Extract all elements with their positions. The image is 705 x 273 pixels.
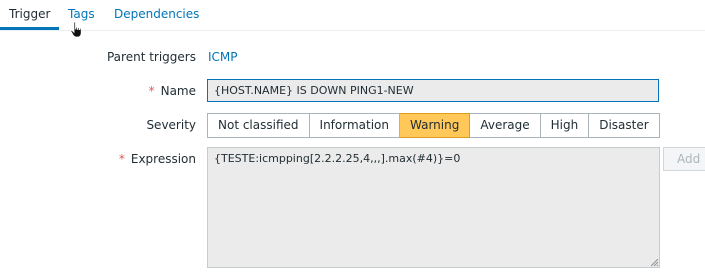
expression-add-button: Add: [663, 147, 705, 171]
severity-average-button[interactable]: Average: [470, 113, 541, 138]
name-input[interactable]: [207, 79, 659, 102]
severity-warning-button[interactable]: Warning: [400, 113, 471, 138]
severity-row: Severity: [0, 118, 196, 134]
parent-trigger-link[interactable]: ICMP: [208, 50, 238, 64]
tab-dependencies[interactable]: Dependencies: [114, 7, 199, 30]
tab-bar: Trigger Tags Dependencies: [0, 0, 705, 31]
name-label: Name: [160, 84, 196, 98]
severity-disaster-button[interactable]: Disaster: [589, 113, 660, 138]
expression-textarea[interactable]: {TESTE:icmpping[2.2.2.25,4,,,].max(#4)}=…: [207, 147, 660, 268]
parent-triggers-label: Parent triggers: [106, 50, 196, 64]
name-row: * Name: [0, 84, 196, 100]
active-tab-indicator: [0, 27, 59, 30]
severity-selector: Not classified Information Warning Avera…: [207, 113, 660, 138]
expression-row: * Expression: [0, 152, 196, 168]
name-label-wrap: * Name: [149, 84, 196, 98]
severity-label: Severity: [146, 118, 196, 132]
required-mark: *: [148, 84, 155, 98]
severity-high-button[interactable]: High: [540, 113, 590, 138]
severity-not-classified-button[interactable]: Not classified: [207, 113, 310, 138]
parent-triggers-row: Parent triggers: [0, 50, 196, 66]
expression-label: Expression: [130, 152, 196, 166]
expression-label-wrap: * Expression: [119, 152, 196, 166]
resize-grip-icon[interactable]: [650, 258, 659, 267]
required-mark: *: [118, 152, 125, 166]
severity-information-button[interactable]: Information: [309, 113, 400, 138]
hand-pointer-cursor-icon: [70, 21, 82, 38]
